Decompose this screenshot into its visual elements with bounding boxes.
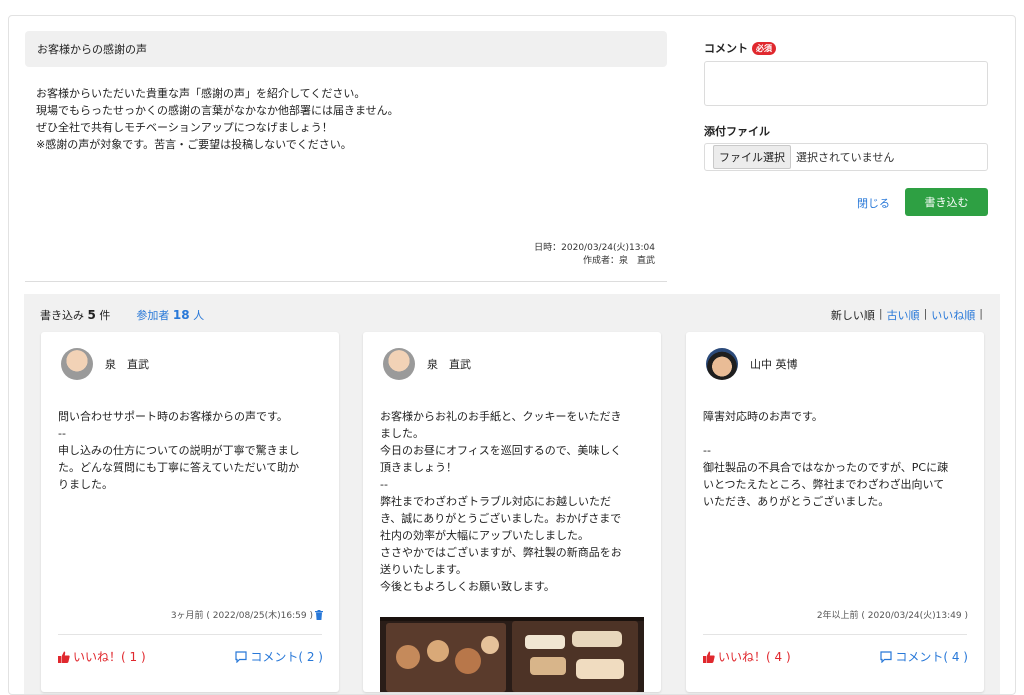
card-text: お客様からお礼のお手紙と、クッキーをいただき ました。 今日のお昼にオフィスを巡… (380, 408, 644, 595)
post-card: 泉 直武 お客様からお礼のお手紙と、クッキーをいただき ました。 今日のお昼にオ… (363, 332, 661, 692)
comment-label: コメント 必須 (704, 40, 776, 56)
card-line: いただき、ありがとうございました。 (703, 495, 890, 508)
card-line: き、誠にありがとうございました。おかげさまで (380, 512, 622, 525)
card-author: 泉 直武 (383, 348, 471, 380)
sort-bar: 新しい順 | 古い順 | いいね順 | (831, 307, 983, 323)
like-button[interactable]: いいね！( 4 ) (703, 648, 791, 665)
sort-separator: | (878, 307, 883, 320)
comment-count-label: コメント( 2 ) (250, 650, 323, 664)
card-line: ささやかではございますが、弊社製の新商品をお (380, 546, 622, 559)
card-author: 山中 英博 (706, 348, 798, 380)
file-select-button[interactable]: ファイル選択 (713, 145, 791, 169)
card-line: 弊社までわざわざトラブル対応にお越しいただ (380, 495, 611, 508)
card-divider (58, 634, 322, 635)
card-line: 社内の効率が大幅にアップいたしました。 (380, 529, 589, 542)
post-body-line: お客様からいただいた貴重な声「感謝の声」を紹介してください。 (36, 87, 366, 100)
sort-newest[interactable]: 新しい順 (831, 307, 875, 323)
card-line: た。どんな質問にも丁寧に答えていただいて助か (58, 461, 300, 474)
participants-link[interactable]: 参加者 18 人 (136, 307, 204, 323)
card-line: お客様からお礼のお手紙と、クッキーをいただき (380, 410, 622, 423)
sort-separator: | (923, 307, 928, 320)
post-card: 泉 直武 問い合わせサポート時のお客様からの声です。 -- 申し込みの仕方につい… (41, 332, 339, 692)
file-status: 選択されていません (796, 151, 895, 164)
card-line: りました。 (58, 478, 113, 491)
card-timestamp: 2年以上前 ( 2020/03/24(火)13:49 ) (817, 608, 968, 621)
comment-label-text: コメント (704, 42, 748, 55)
thumbs-up-icon (58, 651, 70, 663)
comment-icon (880, 650, 892, 663)
post-card: 山中 英博 障害対応時のお声です。 -- 御社製品の不具合ではなかったのですが、… (686, 332, 984, 692)
post-body-line: ぜひ全社で共有しモチベーションアップにつなげましょう！ (36, 121, 333, 134)
post-date: 日時：2020/03/24(火)13:04 (534, 243, 655, 253)
thumbs-up-icon (703, 651, 715, 663)
card-text: 問い合わせサポート時のお客様からの声です。 -- 申し込みの仕方についての説明が… (58, 408, 322, 493)
post-meta: 日時：2020/03/24(火)13:04 作成者：泉 直武 (534, 242, 655, 268)
card-line: -- (380, 478, 388, 491)
like-label: いいね！( 1 ) (73, 650, 146, 664)
card-line: 今後ともよろしくお願い致します。 (380, 580, 555, 593)
author-name: 泉 直武 (427, 358, 471, 371)
required-badge: 必須 (752, 41, 776, 55)
card-author: 泉 直武 (61, 348, 149, 380)
card-line (703, 425, 967, 442)
comment-count-link[interactable]: コメント( 4 ) (880, 648, 968, 665)
post-divider (25, 281, 667, 282)
close-link[interactable]: 閉じる (857, 195, 890, 211)
post-author: 作成者：泉 直武 (582, 256, 655, 266)
card-line: 送りいたします。 (380, 563, 467, 576)
avatar (61, 348, 93, 380)
card-line: 御社製品の不具合ではなかったのですが、PCに疎 (703, 461, 949, 474)
post-count: 書き込み 5 件 (40, 308, 111, 322)
card-line: いとつたえたところ、弊社までわざわざ出向いて (703, 478, 945, 491)
comment-icon (235, 650, 247, 663)
sort-oldest[interactable]: 古い順 (887, 307, 920, 323)
like-button[interactable]: いいね！( 1 ) (58, 648, 146, 665)
trash-icon[interactable] (315, 609, 323, 620)
card-line: 頂きましょう！ (380, 461, 457, 474)
comment-count-link[interactable]: コメント( 2 ) (235, 648, 323, 665)
file-input[interactable]: ファイル選択 選択されていません (704, 143, 988, 171)
post-body-line: 現場でもらったせっかくの感謝の言葉がなかなか他部署には届きません。 (36, 104, 399, 117)
card-line: 今日のお昼にオフィスを巡回するので、美味しく (380, 444, 622, 457)
sort-likes[interactable]: いいね順 (931, 307, 975, 323)
count-bar: 書き込み 5 件 参加者 18 人 (40, 307, 204, 323)
comment-count-label: コメント( 4 ) (895, 650, 968, 664)
card-divider (703, 634, 967, 635)
post-body: お客様からいただいた貴重な声「感謝の声」を紹介してください。 現場でもらったせっ… (36, 85, 656, 153)
card-line: -- (58, 427, 66, 440)
author-name: 山中 英博 (750, 358, 798, 371)
avatar (383, 348, 415, 380)
card-line: ました。 (380, 427, 424, 440)
author-name: 泉 直武 (105, 358, 149, 371)
card-text: 障害対応時のお声です。 -- 御社製品の不具合ではなかったのですが、PCに疎 い… (703, 408, 967, 510)
card-timestamp: 3ヶ月前 ( 2022/08/25(木)16:59 ) (171, 608, 323, 621)
sort-separator: | (979, 307, 983, 320)
post-body-line: ※感謝の声が対象です。苦言・ご要望は投稿しないでください。 (36, 138, 352, 151)
attached-photo[interactable] (380, 617, 644, 692)
post-title: お客様からの感謝の声 (25, 31, 667, 67)
card-time-text: 2年以上前 ( 2020/03/24(火)13:49 ) (816, 611, 968, 621)
card-line: 問い合わせサポート時のお客様からの声です。 (58, 410, 288, 423)
card-line: -- (703, 444, 711, 457)
avatar (706, 348, 738, 380)
attach-label: 添付ファイル (704, 125, 770, 138)
comment-textarea[interactable] (704, 61, 988, 106)
card-time-text: 3ヶ月前 ( 2022/08/25(木)16:59 ) (170, 611, 313, 621)
card-line: 申し込みの仕方についての説明が丁寧で驚きまし (58, 444, 300, 457)
card-line: 障害対応時のお声です。 (703, 410, 823, 423)
like-label: いいね！( 4 ) (718, 650, 791, 664)
submit-button[interactable]: 書き込む (905, 188, 988, 216)
